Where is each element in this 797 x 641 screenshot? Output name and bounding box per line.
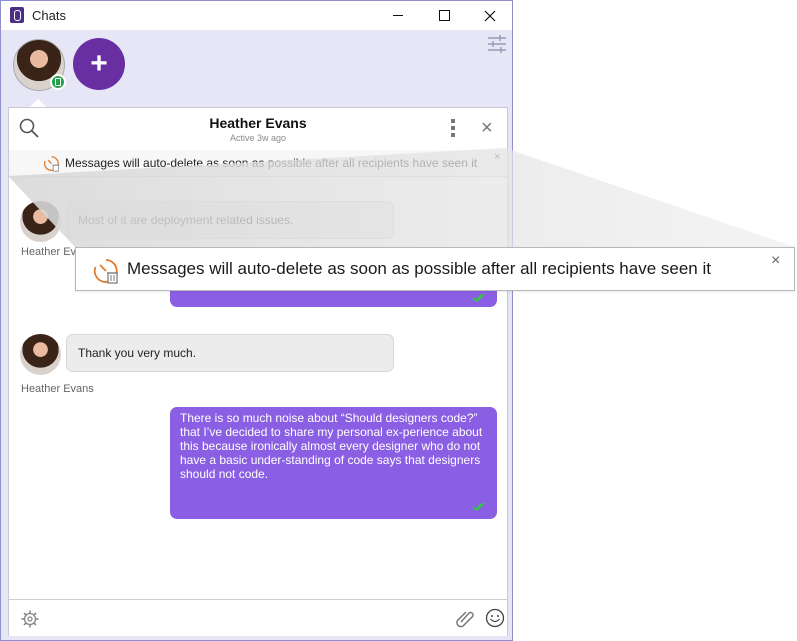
close-icon	[484, 10, 496, 21]
close-chat-icon[interactable]: ×	[481, 118, 493, 138]
chats-window: Chats + Heather Evans Active 3w ago × Me…	[0, 0, 513, 641]
more-options-icon[interactable]	[450, 119, 456, 139]
message-composer[interactable]	[9, 599, 507, 636]
incoming-message[interactable]: Thank you very much.	[66, 334, 394, 372]
auto-delete-timer-icon	[44, 156, 60, 172]
minimize-button[interactable]	[375, 1, 421, 30]
emoji-icon[interactable]	[485, 608, 505, 628]
callout-close-icon[interactable]: ×	[771, 252, 780, 270]
gear-icon[interactable]	[21, 610, 39, 628]
attachment-icon[interactable]	[455, 608, 475, 628]
filter-settings-icon[interactable]	[487, 35, 507, 53]
auto-delete-timer-icon	[93, 259, 118, 284]
zoomed-banner-callout: Messages will auto-delete as soon as pos…	[75, 247, 795, 291]
chat-header: Heather Evans Active 3w ago ×	[9, 108, 507, 151]
read-receipt-icon	[472, 502, 485, 512]
contact-name: Heather Evans	[209, 115, 307, 131]
read-receipt-icon	[472, 293, 485, 303]
window-title: Chats	[32, 8, 66, 23]
title-bar: Chats	[1, 1, 512, 30]
banner-text: Messages will auto-delete as soon as pos…	[65, 156, 478, 170]
callout-text: Messages will auto-delete as soon as pos…	[127, 259, 711, 278]
auto-delete-banner: Messages will auto-delete as soon as pos…	[9, 150, 507, 177]
app-logo-icon	[10, 7, 24, 23]
sender-avatar[interactable]	[20, 201, 61, 242]
incoming-message[interactable]: Most of it are deployment related issues…	[66, 201, 394, 239]
sender-avatar[interactable]	[20, 334, 61, 375]
banner-close-icon[interactable]: ×	[494, 151, 500, 163]
maximize-button[interactable]	[421, 1, 467, 30]
mobile-presence-badge	[50, 74, 66, 90]
close-window-button[interactable]	[467, 1, 513, 30]
new-chat-button[interactable]: +	[73, 38, 125, 90]
contact-status: Active 3w ago	[229, 133, 287, 143]
chat-panel: Heather Evans Active 3w ago × Messages w…	[8, 107, 508, 636]
sender-name: Heather Evans	[21, 383, 94, 395]
outgoing-message[interactable]: There is so much noise about “Should des…	[170, 407, 497, 519]
